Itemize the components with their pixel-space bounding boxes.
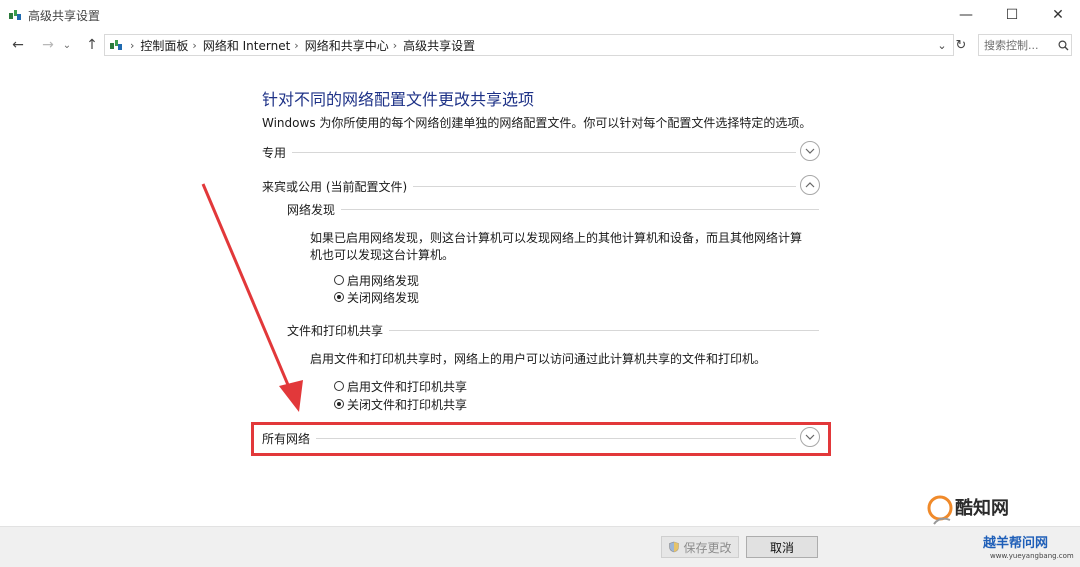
breadcrumb-network-internet[interactable]: 网络和 Internet: [203, 37, 290, 54]
page-title: 针对不同的网络配置文件更改共享选项: [262, 90, 535, 109]
address-bar[interactable]: › 控制面板 › 网络和 Internet › 网络和共享中心 › 高级共享设置: [104, 34, 954, 56]
radio-enable-sharing[interactable]: 启用文件和打印机共享: [334, 378, 467, 394]
watermark-text: 越羊帮问网: [983, 536, 1049, 551]
arrow-right-icon: →: [42, 37, 54, 53]
file-printer-sharing-description: 启用文件和打印机共享时，网络上的用户可以访问通过此计算机共享的文件和打印机。: [310, 352, 767, 366]
page-description: Windows 为你所使用的每个网络创建单独的网络配置文件。你可以针对每个配置文…: [262, 116, 812, 130]
save-changes-label: 保存更改: [683, 540, 732, 555]
annotation-arrow-icon: [201, 183, 303, 412]
search-box[interactable]: [978, 34, 1072, 56]
section-private-label: 专用: [262, 144, 293, 161]
arrow-left-icon: ←: [12, 37, 24, 53]
radio-label: 启用文件和打印机共享: [347, 379, 468, 394]
radio-disable-discovery[interactable]: 关闭网络发现: [334, 289, 419, 305]
collapse-guest-button[interactable]: [800, 175, 820, 195]
minimize-button[interactable]: —: [943, 0, 989, 30]
radio-button-selected[interactable]: [334, 399, 344, 409]
back-button[interactable]: ←: [8, 34, 28, 56]
refresh-button[interactable]: ↻: [951, 34, 971, 56]
section-private[interactable]: 专用: [262, 141, 822, 163]
chevron-down-icon: ⌄: [937, 38, 947, 52]
subsection-divider: [287, 209, 819, 210]
refresh-icon: ↻: [955, 37, 967, 53]
annotation-highlight-box: [251, 422, 831, 456]
radio-enable-discovery[interactable]: 启用网络发现: [334, 272, 419, 288]
chevron-down-icon: ⌄: [62, 39, 72, 51]
radio-disable-sharing[interactable]: 关闭文件和打印机共享: [334, 396, 467, 412]
radio-button[interactable]: [334, 275, 344, 285]
breadcrumb-network-sharing-center[interactable]: 网络和共享中心: [305, 37, 389, 54]
radio-button[interactable]: [334, 381, 344, 391]
breadcrumb-advanced-sharing[interactable]: 高级共享设置: [403, 37, 475, 54]
search-input[interactable]: [979, 37, 1056, 53]
subsection-file-printer-sharing: 文件和打印机共享: [287, 321, 819, 339]
address-dropdown-button[interactable]: ⌄: [934, 36, 950, 54]
radio-label: 关闭文件和打印机共享: [347, 397, 468, 412]
maximize-button[interactable]: ☐: [989, 0, 1035, 30]
network-folder-icon: [110, 40, 122, 50]
radio-button-selected[interactable]: [334, 292, 344, 302]
breadcrumb-separator: ›: [392, 38, 398, 52]
recent-locations-button[interactable]: ⌄: [60, 34, 74, 56]
network-app-icon: [9, 10, 21, 20]
expand-private-button[interactable]: [800, 141, 820, 161]
breadcrumb-separator: ›: [130, 38, 135, 52]
chevron-up-icon: [805, 182, 815, 188]
watermark-text: 酷知网: [955, 498, 1009, 519]
breadcrumb-separator: ›: [294, 38, 299, 52]
section-guest-public[interactable]: 来宾或公用 (当前配置文件): [262, 175, 822, 197]
breadcrumb-separator: ›: [192, 38, 197, 52]
footer-bar: [0, 526, 1080, 567]
cancel-button[interactable]: 取消: [746, 536, 818, 558]
forward-button[interactable]: →: [38, 34, 58, 56]
save-changes-button[interactable]: 保存更改: [661, 536, 739, 558]
radio-label: 启用网络发现: [347, 273, 420, 288]
close-button[interactable]: ✕: [1035, 0, 1080, 30]
arrow-up-icon: ↑: [86, 37, 98, 53]
watermark-url: www.yueyangbang.com: [990, 552, 1074, 560]
breadcrumb-control-panel[interactable]: 控制面板: [140, 37, 188, 54]
window-title: 高级共享设置: [28, 9, 101, 23]
uac-shield-icon: [669, 541, 680, 553]
subsection-network-discovery: 网络发现: [287, 200, 819, 218]
watermark-logo-icon: [927, 495, 953, 525]
title-bar: [0, 0, 1080, 30]
radio-label: 关闭网络发现: [347, 290, 420, 305]
chevron-down-icon: [805, 148, 815, 154]
section-divider: [262, 152, 796, 153]
network-discovery-description: 如果已启用网络发现，则这台计算机可以发现网络上的其他计算机和设备，而且其他网络计…: [310, 231, 803, 262]
up-button[interactable]: ↑: [82, 34, 102, 56]
search-icon[interactable]: [1056, 39, 1071, 51]
